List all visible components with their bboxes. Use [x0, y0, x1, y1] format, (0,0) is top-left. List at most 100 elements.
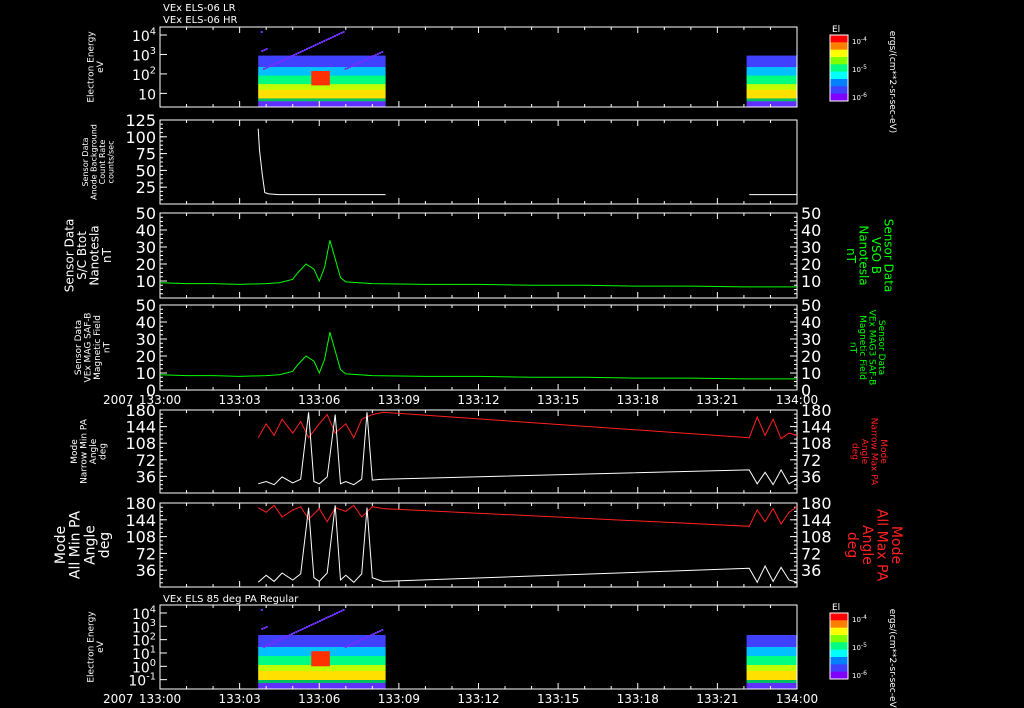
- heatmap-dot: [306, 48, 309, 50]
- heatmap-dot: [316, 621, 319, 623]
- heatmap-dot: [265, 645, 268, 647]
- panel-rlabel-5-line: All Max PA: [873, 509, 889, 582]
- colorbar-swatch: [830, 642, 848, 651]
- y-tick-label: 104: [132, 27, 156, 45]
- heatmap-dot: [303, 627, 306, 629]
- y-tick-label: 36: [136, 561, 156, 580]
- heatmap-dot: [364, 59, 367, 61]
- header-line2: VEx ELS-06 HR: [163, 15, 238, 26]
- heatmap-dot: [372, 633, 375, 635]
- heatmap-dot: [338, 611, 341, 613]
- x-tick-label: 133:09: [378, 692, 420, 706]
- heatmap-dot: [275, 640, 278, 642]
- heatmap-dot: [370, 56, 373, 58]
- heatmap-band: [746, 69, 797, 74]
- heatmap-band: [258, 683, 386, 687]
- y-tick-label-right: 36: [801, 467, 821, 486]
- heatmap-dot: [263, 646, 266, 648]
- heatmap-dot: [269, 643, 272, 645]
- x-tick-label: 133:21: [696, 692, 738, 706]
- heatmap-hotspot: [311, 71, 330, 86]
- x-tick-label: 133:09: [378, 393, 420, 407]
- heatmap-dot: [303, 49, 306, 51]
- heatmap-dot: [306, 626, 309, 628]
- x-tick-label: 133:21: [696, 393, 738, 407]
- heatmap-dot: [344, 646, 347, 648]
- heatmap-dot: [290, 633, 293, 635]
- heatmap-band: [746, 668, 797, 672]
- y-tick-label: 102: [132, 66, 156, 84]
- heatmap-band: [258, 89, 386, 94]
- colorbar-swatch: [830, 35, 848, 43]
- heatmap-band: [746, 647, 797, 651]
- heatmap-dot: [349, 644, 352, 646]
- heatmap-dot: [361, 60, 364, 62]
- colorbar-tick-label: 10-5: [852, 64, 867, 74]
- heatmap-dot: [267, 644, 270, 646]
- panel-rlabel-5-line: Mode: [888, 526, 904, 564]
- heatmap-dot: [273, 63, 276, 65]
- heatmap-band: [258, 680, 386, 684]
- heatmap-band: [746, 75, 797, 79]
- heatmap-dot: [260, 31, 263, 33]
- heatmap-dot: [327, 38, 330, 40]
- heatmap-dot: [359, 61, 362, 63]
- heatmap-dot: [263, 68, 266, 70]
- heatmap-dot: [288, 634, 291, 636]
- heatmap-dot: [325, 617, 328, 619]
- heatmap-dot: [286, 57, 289, 59]
- heatmap-band: [258, 668, 386, 672]
- heatmap-dot: [346, 67, 349, 69]
- heatmap-dot: [282, 59, 285, 61]
- y-tick-label: 10: [138, 87, 156, 103]
- heatmap-dot: [282, 637, 285, 639]
- heatmap-dot: [261, 628, 264, 630]
- heatmap-band: [746, 67, 797, 71]
- x-tick-label: 133:00: [139, 692, 181, 706]
- colorbar-unit: ergs/(cm**2-sr-sec-eV): [887, 609, 897, 708]
- series-line-1-0: [257, 128, 386, 196]
- heatmap-band: [258, 92, 386, 97]
- panel-ylabel-1-line: counts/sec: [106, 141, 115, 184]
- heatmap-band: [746, 92, 797, 97]
- x-tick-label: 133:15: [537, 692, 579, 706]
- heatmap-dot: [353, 642, 356, 644]
- panel-frame-0: [159, 26, 798, 108]
- panel-ylabel-0: Electron Energy eV: [86, 31, 105, 103]
- heatmap-dot: [265, 626, 268, 628]
- heatmap-dot: [297, 52, 300, 54]
- panel-frame-4: [159, 409, 798, 494]
- heatmap-dot: [263, 49, 266, 51]
- heatmap-dot: [381, 51, 384, 53]
- heatmap-dot: [342, 609, 345, 611]
- figure-canvas: VEx ELS-06 LRVEx ELS-06 HR VEx ELS 85 deg…: [53, 3, 904, 708]
- heatmap-band: [746, 662, 797, 666]
- year-label: 2007: [103, 692, 134, 706]
- colorbar-swatch: [830, 86, 848, 95]
- heatmap-dot: [325, 39, 328, 41]
- heatmap-dot: [314, 44, 317, 46]
- heatmap-dot: [361, 638, 364, 640]
- heatmap-dot: [288, 56, 291, 58]
- heatmap-band: [746, 84, 797, 88]
- heatmap-dot: [301, 50, 304, 52]
- heatmap-band: [746, 81, 797, 85]
- colorbar-swatch: [830, 71, 848, 80]
- heatmap-band: [746, 61, 797, 65]
- panel-ylabel-6-line: eV: [96, 640, 106, 653]
- heatmap-dot: [275, 62, 278, 64]
- heatmap-dot: [359, 639, 362, 641]
- colorbar-swatch: [830, 42, 848, 51]
- heatmap-dot: [284, 636, 287, 638]
- heatmap-dot: [318, 620, 321, 622]
- heatmap-band: [258, 647, 386, 651]
- x-tick-label: 133:12: [457, 393, 499, 407]
- heatmap-dot: [280, 638, 283, 640]
- heatmap-band: [746, 89, 797, 94]
- heatmap-band: [258, 64, 386, 68]
- y-tick-label: 25: [136, 178, 156, 197]
- heatmap-dot: [357, 62, 360, 64]
- panel-rlabel-5-line: Angle: [859, 525, 875, 565]
- heatmap-cells-6: [258, 609, 797, 690]
- heatmap-dot: [263, 627, 266, 629]
